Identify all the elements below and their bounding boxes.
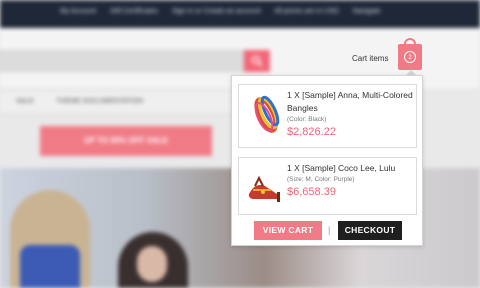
main-nav: SALE THEME DOCUMENTATION (0, 90, 240, 114)
search-button[interactable] (244, 50, 270, 72)
sign-in-link[interactable]: Sign in or Create an account (172, 8, 261, 15)
my-account-link[interactable]: My Account (60, 8, 96, 15)
search-icon (251, 55, 263, 67)
cart-item-details: 1 X [Sample] Coco Lee, Lulu (Size: M, Co… (287, 162, 415, 198)
gift-certificates-link[interactable]: Gift Certificates (110, 8, 158, 15)
hero-model-1-dress (20, 245, 80, 288)
nav-item-sale[interactable]: SALE (16, 91, 34, 113)
cart-item[interactable]: 1 X [Sample] Anna, Multi-Colored Bangles… (238, 84, 417, 148)
top-links: My Account Gift Certificates Sign in or … (60, 8, 392, 15)
cart-count-badge: 2 (404, 51, 416, 63)
checkout-button[interactable]: CHECKOUT (338, 221, 402, 240)
cart-item-title[interactable]: 1 X [Sample] Anna, Multi-Colored Bangles (287, 89, 415, 115)
view-cart-button[interactable]: VIEW CART (254, 221, 322, 240)
cart-item-options: (Size: M, Color: Purple) (287, 176, 355, 183)
cart-item-price: $6,658.39 (287, 186, 336, 198)
cart-dropdown: 1 X [Sample] Anna, Multi-Colored Bangles… (231, 75, 423, 246)
cart-item-price: $2,826.22 (287, 126, 336, 138)
hero-model-2-face (137, 246, 167, 282)
cart-item-name[interactable]: [Sample] Coco Lee, Lulu (302, 163, 395, 173)
sandals-thumbnail (248, 175, 280, 202)
cart-item-title[interactable]: 1 X [Sample] Coco Lee, Lulu (287, 162, 415, 175)
cart-item[interactable]: 1 X [Sample] Coco Lee, Lulu (Size: M, Co… (238, 157, 417, 215)
cart-item-details: 1 X [Sample] Anna, Multi-Colored Bangles… (287, 89, 415, 138)
cart-item-quantity: 1 X (287, 163, 300, 173)
button-separator: | (328, 225, 331, 235)
cart-item-name[interactable]: [Sample] Anna, Multi-Colored Bangles (287, 90, 413, 113)
nav-item-theme-documentation[interactable]: THEME DOCUMENTATION (56, 91, 143, 113)
search-input[interactable] (0, 50, 244, 72)
top-bar: My Account Gift Certificates Sign in or … (0, 0, 480, 28)
promo-banner[interactable]: UP TO 50% OFF SALE (40, 126, 212, 156)
cart-item-quantity: 1 X (287, 90, 300, 100)
currency-note: All prices are in USD (274, 8, 339, 15)
cart-item-options: (Color: Black) (287, 116, 327, 123)
navigate-link[interactable]: Navigate (353, 8, 381, 15)
cart-items-label[interactable]: Cart items (352, 54, 388, 63)
bangles-thumbnail (254, 95, 280, 133)
